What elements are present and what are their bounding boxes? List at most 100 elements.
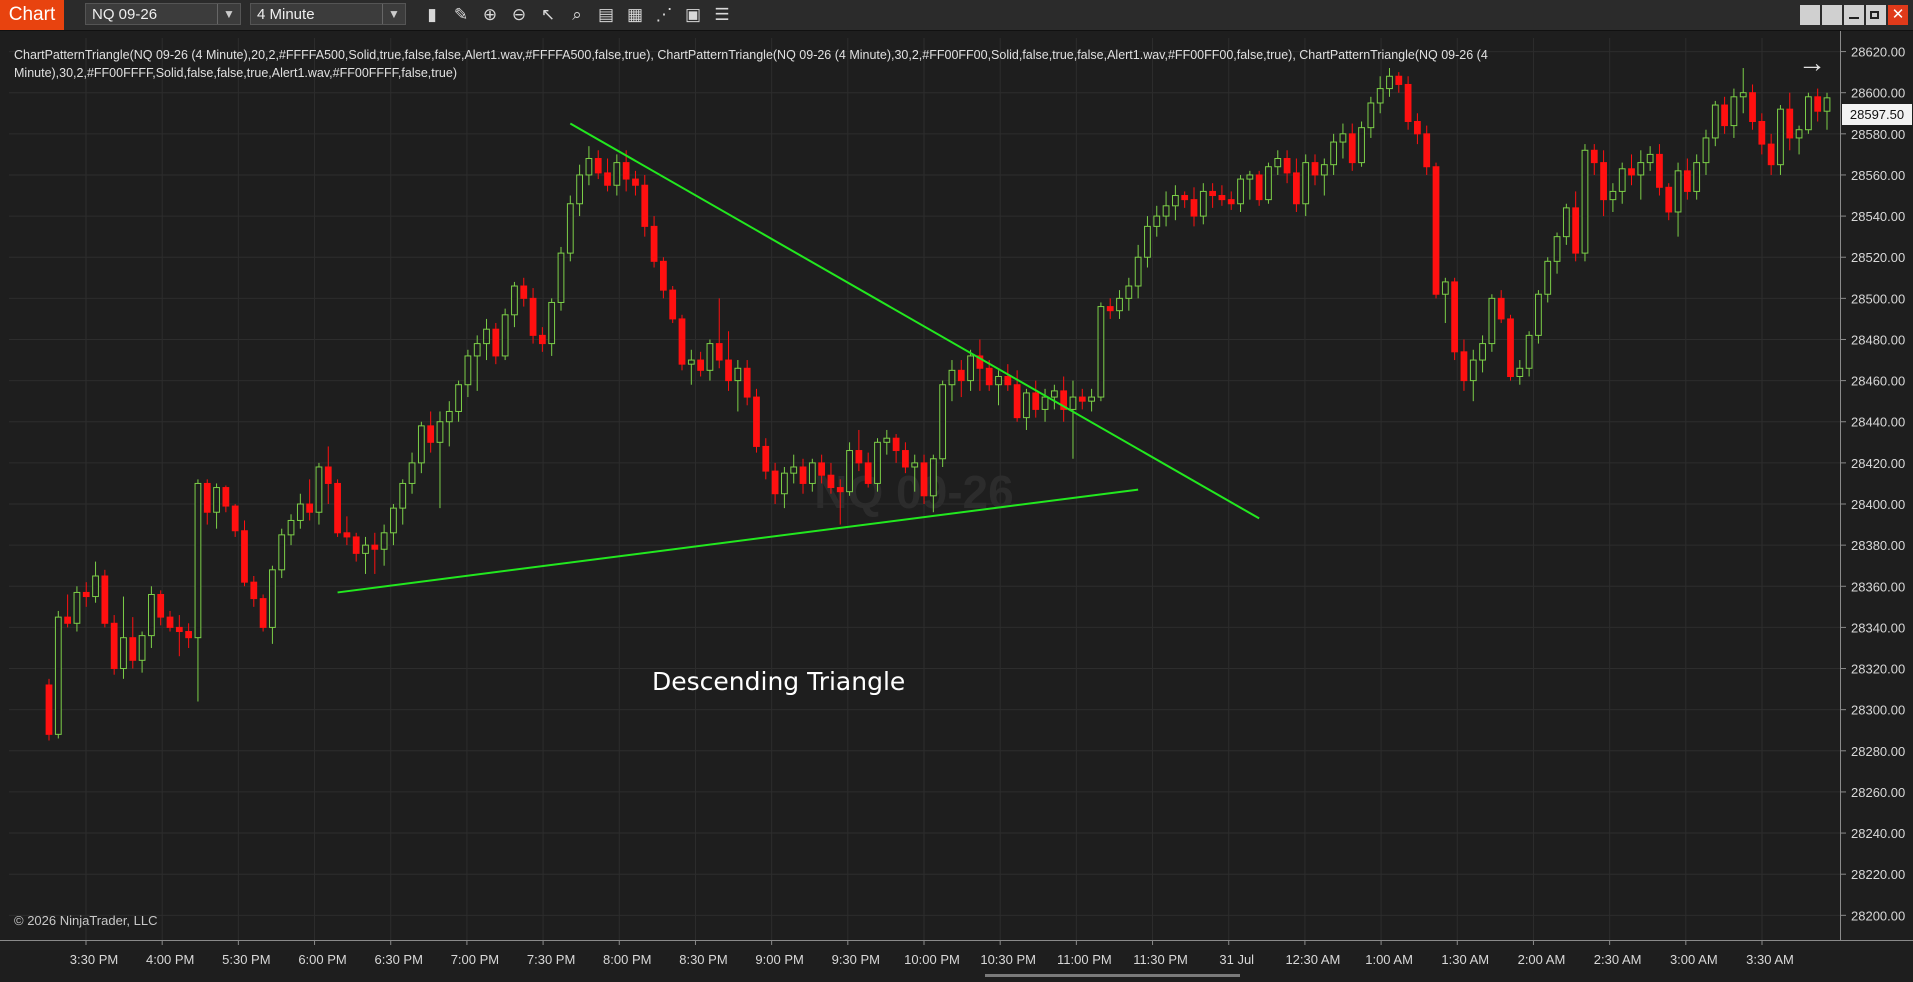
menu-icon[interactable]: ☰ xyxy=(710,3,734,27)
candle-body xyxy=(1348,133,1356,164)
restore-icon[interactable] xyxy=(1866,5,1886,25)
interval-selector[interactable]: 4 Minute ▼ xyxy=(250,3,406,25)
candle xyxy=(874,438,881,492)
time-tick-label: 9:00 PM xyxy=(755,952,803,967)
candle-body xyxy=(1358,127,1365,164)
candle-body xyxy=(650,225,658,262)
candle xyxy=(715,298,723,369)
candle xyxy=(148,586,155,648)
candle-body xyxy=(1246,174,1254,180)
candle-body xyxy=(390,507,397,534)
candle xyxy=(1255,170,1263,206)
price-tick-label: 28500.00 xyxy=(1851,291,1905,306)
candle xyxy=(492,323,500,365)
candle xyxy=(334,479,341,537)
candle-body xyxy=(1023,392,1030,419)
candle xyxy=(538,327,546,352)
chevron-down-icon[interactable]: ▼ xyxy=(382,4,405,24)
candle xyxy=(1106,298,1114,319)
pointer-icon[interactable]: ↖ xyxy=(536,3,560,27)
time-axis[interactable]: 3:30 PM 4:00 PM 5:30 PM 6:00 PM 6:30 PM 7:00 … xyxy=(0,940,1913,977)
candle-body xyxy=(985,367,993,386)
candle xyxy=(250,575,258,607)
candle xyxy=(1348,123,1356,171)
candle-body xyxy=(120,637,127,670)
candle-body xyxy=(622,162,630,180)
candle-body xyxy=(1777,108,1784,166)
candle xyxy=(371,532,379,574)
candle xyxy=(771,462,779,505)
chart-panel[interactable]: NQ 09-26 xyxy=(9,38,1840,940)
candle-body xyxy=(362,544,369,554)
candle-body xyxy=(296,503,304,521)
candle-body xyxy=(92,575,99,598)
candle xyxy=(660,257,667,299)
candle-body xyxy=(1237,178,1244,205)
candle xyxy=(520,277,528,307)
window-button-a[interactable] xyxy=(1800,5,1820,25)
candle xyxy=(892,434,900,463)
drawing-tools-icon[interactable]: ✎ xyxy=(449,3,473,27)
candle xyxy=(501,308,509,361)
chevron-down-icon[interactable]: ▼ xyxy=(217,4,240,24)
chart-window-tab[interactable]: Chart xyxy=(0,0,64,30)
candle-body xyxy=(687,359,695,365)
candle-body xyxy=(1265,166,1272,201)
candle-body xyxy=(1721,104,1728,127)
candle xyxy=(976,339,984,391)
candle-body xyxy=(1153,215,1161,227)
close-icon[interactable]: ✕ xyxy=(1888,5,1908,25)
candle-body xyxy=(166,616,174,628)
candle-body xyxy=(1441,281,1449,295)
candle-body xyxy=(315,466,323,513)
candle-body xyxy=(1162,205,1170,217)
candle xyxy=(1535,290,1542,344)
window-button-b[interactable] xyxy=(1822,5,1842,25)
price-tick-label: 28280.00 xyxy=(1851,744,1905,759)
price-axis[interactable]: 28200.00 28220.00 28240.00 28260.00 28280.00… xyxy=(1840,31,1913,940)
candle xyxy=(269,565,276,644)
candle xyxy=(455,380,462,422)
pattern-label: Descending Triangle xyxy=(652,667,906,696)
price-tick-label: 28600.00 xyxy=(1851,86,1905,101)
bar-type-icon[interactable]: ▮ xyxy=(420,3,444,27)
candle xyxy=(1637,150,1645,200)
candle-body xyxy=(455,384,462,412)
candle-body xyxy=(269,569,276,628)
candle-body xyxy=(846,450,853,493)
instrument-selector[interactable]: NQ 09-26 ▼ xyxy=(85,3,241,25)
candle xyxy=(362,536,369,574)
candle xyxy=(306,479,314,521)
candle-body xyxy=(1181,195,1189,201)
candle xyxy=(706,339,714,381)
time-axis-ticks: 3:30 PM 4:00 PM 5:30 PM 6:00 PM 6:30 PM 7:00 … xyxy=(70,941,1794,967)
candle-body xyxy=(324,466,332,484)
candle xyxy=(54,610,62,739)
strategies-icon[interactable]: ⋰ xyxy=(652,3,676,27)
candle xyxy=(1665,183,1673,221)
candle-body xyxy=(920,462,928,497)
candle xyxy=(1404,76,1412,130)
candle xyxy=(1507,314,1514,381)
zoom-out-icon[interactable]: ⊖ xyxy=(507,3,531,27)
candle-body xyxy=(1600,162,1607,201)
minimize-icon[interactable] xyxy=(1844,5,1864,25)
templates-icon[interactable]: ▤ xyxy=(594,3,618,27)
candle xyxy=(1823,92,1831,130)
scroll-right-arrow-icon[interactable]: → xyxy=(1798,48,1826,78)
candle xyxy=(566,195,574,262)
time-tick-label: 3:30 PM xyxy=(70,952,118,967)
price-tick-label: 28540.00 xyxy=(1851,209,1905,224)
zoom-in-icon[interactable]: ⊕ xyxy=(478,3,502,27)
candle xyxy=(1097,302,1105,402)
data-box-icon[interactable]: ⌕ xyxy=(565,3,589,27)
price-tick-label: 28520.00 xyxy=(1851,250,1905,265)
indicators-icon[interactable]: ▦ xyxy=(623,3,647,27)
candle xyxy=(1293,158,1300,212)
properties-icon[interactable]: ▣ xyxy=(681,3,705,27)
candle-body xyxy=(1293,172,1300,205)
candle-body xyxy=(1041,396,1049,410)
candle-body xyxy=(1311,162,1319,176)
candle-body xyxy=(1050,390,1058,398)
candle xyxy=(45,678,53,741)
